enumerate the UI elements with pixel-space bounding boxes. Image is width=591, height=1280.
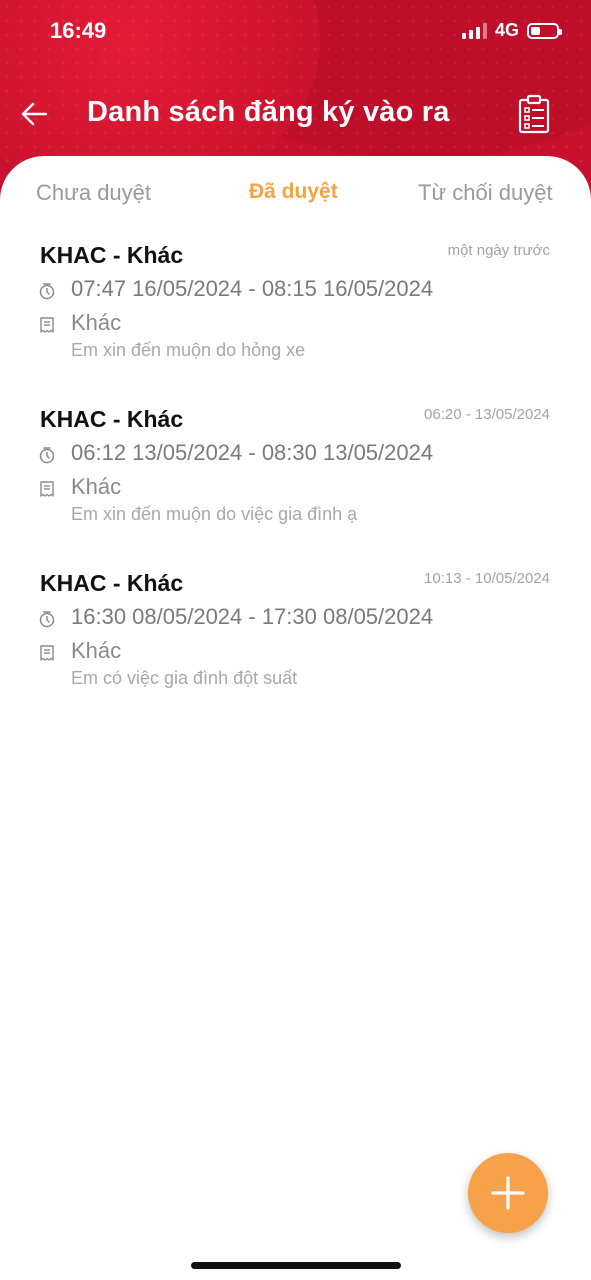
- list-item[interactable]: KHAC - Khác 06:20 - 13/05/2024 06:12 13/…: [0, 402, 591, 566]
- item-title: KHAC - Khác: [40, 570, 184, 596]
- item-time-range: 06:12 13/05/2024 - 08:30 13/05/2024: [71, 440, 434, 465]
- item-submitted-time: một ngày trước: [447, 242, 550, 259]
- registration-list: KHAC - Khác một ngày trước 07:47 16/05/2…: [0, 238, 591, 730]
- clock-icon: [39, 283, 55, 300]
- item-type: Khác: [71, 310, 122, 335]
- receipt-icon: [40, 481, 54, 497]
- status-indicators: 4G: [461, 20, 562, 41]
- item-reason: Em xin đến muộn do hỏng xe: [71, 340, 306, 360]
- status-time: 16:49: [50, 18, 107, 43]
- battery-icon: [527, 22, 562, 39]
- back-button[interactable]: [18, 96, 54, 132]
- list-item[interactable]: KHAC - Khác 10:13 - 10/05/2024 16:30 08/…: [0, 566, 591, 730]
- item-time-range: 07:47 16/05/2024 - 08:15 16/05/2024: [71, 276, 434, 301]
- clipboard-button[interactable]: [517, 94, 551, 134]
- screen: 16:49 4G Danh sách đăng ký vào ra Chưa d…: [0, 0, 591, 1280]
- add-button[interactable]: [468, 1153, 548, 1233]
- tab-approved[interactable]: Đã duyệt: [249, 180, 338, 204]
- item-title: KHAC - Khác: [40, 242, 184, 268]
- content-panel: Chưa duyệt Đã duyệt Từ chối duyệt KHAC -…: [0, 156, 591, 1280]
- list-item[interactable]: KHAC - Khác một ngày trước 07:47 16/05/2…: [0, 238, 591, 402]
- arrow-left-icon: [21, 102, 48, 126]
- clock-icon: [39, 611, 55, 628]
- network-type: 4G: [494, 20, 519, 40]
- tab-pending[interactable]: Chưa duyệt: [36, 180, 151, 206]
- tab-bar: Chưa duyệt Đã duyệt Từ chối duyệt: [0, 156, 591, 228]
- page-title: Danh sách đăng ký vào ra: [87, 96, 450, 128]
- item-submitted-time: 06:20 - 13/05/2024: [424, 406, 550, 423]
- home-indicator[interactable]: [191, 1262, 401, 1269]
- tab-rejected[interactable]: Từ chối duyệt: [418, 180, 553, 206]
- item-submitted-time: 10:13 - 10/05/2024: [424, 570, 550, 587]
- clipboard-list-icon: [518, 94, 550, 134]
- item-reason: Em có việc gia đình đột suất: [71, 668, 298, 688]
- clock-icon: [39, 447, 55, 464]
- plus-icon: [491, 1176, 525, 1210]
- signal-icon: [461, 22, 487, 39]
- item-type: Khác: [71, 638, 122, 663]
- receipt-icon: [40, 317, 54, 333]
- item-time-range: 16:30 08/05/2024 - 17:30 08/05/2024: [71, 604, 434, 629]
- item-reason: Em xin đến muộn do việc gia đình ạ: [71, 504, 358, 524]
- item-title: KHAC - Khác: [40, 406, 184, 432]
- receipt-icon: [40, 645, 54, 661]
- item-type: Khác: [71, 474, 122, 499]
